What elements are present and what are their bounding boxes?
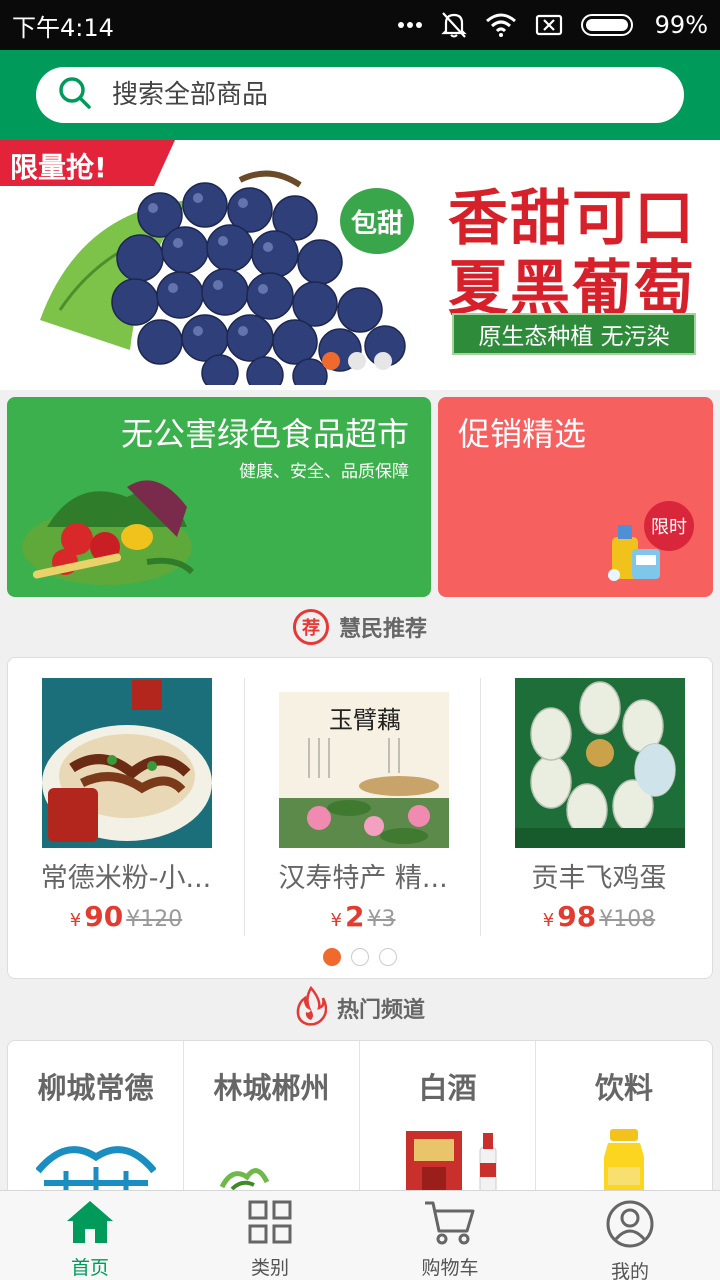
banner-carousel[interactable]: 限量抢! 包甜 香甜可口 夏黑葡萄 原生态种植 无污染 [0,140,720,390]
product-name: 常德米粉-小... [40,863,212,894]
no-sim-icon [535,14,563,36]
vegetables-image [22,480,195,585]
search-input[interactable] [112,80,632,110]
more-dots-icon [397,20,423,30]
home-icon [65,1199,115,1249]
hot-title: 热门频道 [336,998,425,1023]
green-card-subtitle: 健康、安全、品质保障 [239,462,409,482]
recommend-dot[interactable] [351,948,369,966]
nav-label: 类别 [250,1257,289,1279]
original-price: ¥108 [599,907,656,932]
flame-icon [295,985,328,1030]
user-icon [605,1199,655,1253]
nav-label: 我的 [610,1261,649,1280]
product-name: 汉寿特产 精... [278,863,448,894]
recommend-dot[interactable] [323,948,341,966]
banner-subtitle: 原生态种植 无污染 [452,313,696,355]
channel-item[interactable]: 柳城常德 [8,1041,184,1199]
sale-price: 2 [344,900,365,933]
product-card[interactable]: 玉臂藕 汉寿特产 精... ¥2 ¥3 [244,678,480,936]
battery-percent: 99% [654,11,708,39]
product-card[interactable]: 贡丰飞鸡蛋 ¥98 ¥108 [480,678,716,936]
nav-cart[interactable]: 购物车 [360,1191,540,1280]
sweet-bubble: 包甜 [340,188,414,254]
channel-image [604,1129,644,1197]
currency-symbol: ¥ [330,910,342,931]
limited-time-badge: 限时 [644,501,694,551]
search-icon [58,76,92,114]
green-food-market-card[interactable]: 无公害绿色食品超市 健康、安全、品质保障 [7,397,431,597]
bottom-nav: 首页 类别 购物车 我的 [0,1190,720,1280]
recommend-title: 慧民推荐 [338,617,427,642]
banner-dot[interactable] [322,352,340,370]
sale-price: 98 [557,900,597,933]
search-bar[interactable] [36,67,684,123]
hot-channels: 柳城常德 林城郴州 白酒 饮料 [7,1040,713,1200]
red-card-title: 促销精选 [458,415,587,453]
nav-label: 首页 [70,1257,109,1279]
status-bar: 下午4:14 99% [0,0,720,50]
recommend-icon: 荐 [292,609,329,645]
channel-name: 林城郴州 [213,1071,330,1105]
recommend-dot[interactable] [379,948,397,966]
original-price: ¥3 [367,907,396,932]
banner-pagination [322,352,392,370]
currency-symbol: ¥ [69,910,82,931]
product-price: ¥2 ¥3 [245,900,481,933]
channel-name: 饮料 [594,1071,653,1105]
promotion-selection-card[interactable]: 促销精选 限时 [438,397,713,597]
header [0,50,720,140]
banner-dot[interactable] [374,352,392,370]
product-image [42,678,212,848]
wifi-icon [485,13,517,37]
status-time: 下午4:14 [12,13,114,42]
green-card-title: 无公害绿色食品超市 [120,415,409,453]
currency-symbol: ¥ [542,910,555,931]
product-image: 玉臂藕 [279,678,449,848]
product-price: ¥98 ¥108 [481,900,717,933]
channel-image [36,1146,156,1197]
nav-profile[interactable]: 我的 [540,1191,720,1280]
channel-item[interactable]: 林城郴州 [184,1041,360,1199]
original-price: ¥120 [126,907,183,932]
svg-text:玉臂藕: 玉臂藕 [329,706,401,734]
product-image [515,678,685,848]
channel-item[interactable]: 饮料 [536,1041,712,1199]
banner-dot[interactable] [348,352,366,370]
channel-image [406,1131,497,1197]
channel-image [219,1168,270,1191]
channel-item[interactable]: 白酒 [360,1041,536,1199]
channel-name: 白酒 [418,1071,477,1105]
sale-price: 90 [84,900,124,933]
recommend-carousel[interactable]: 常德米粉-小... ¥90 ¥120 玉臂藕 汉寿特产 精... ¥2 ¥3 贡… [7,657,713,979]
product-name: 贡丰飞鸡蛋 [531,863,667,894]
nav-category[interactable]: 类别 [180,1191,360,1280]
grid-icon [247,1199,293,1249]
mute-bell-icon [441,11,467,39]
channel-name: 柳城常德 [37,1071,154,1105]
product-price: ¥90 ¥120 [8,900,244,933]
recommend-pagination [323,948,397,966]
nav-home[interactable]: 首页 [0,1191,180,1280]
product-card[interactable]: 常德米粉-小... ¥90 ¥120 [8,678,244,936]
battery-icon [580,13,637,37]
hot-section-header: 热门频道 [0,985,720,1030]
nav-label: 购物车 [421,1257,479,1279]
cart-icon [423,1199,477,1249]
recommend-section-header: 荐 慧民推荐 [0,605,720,649]
